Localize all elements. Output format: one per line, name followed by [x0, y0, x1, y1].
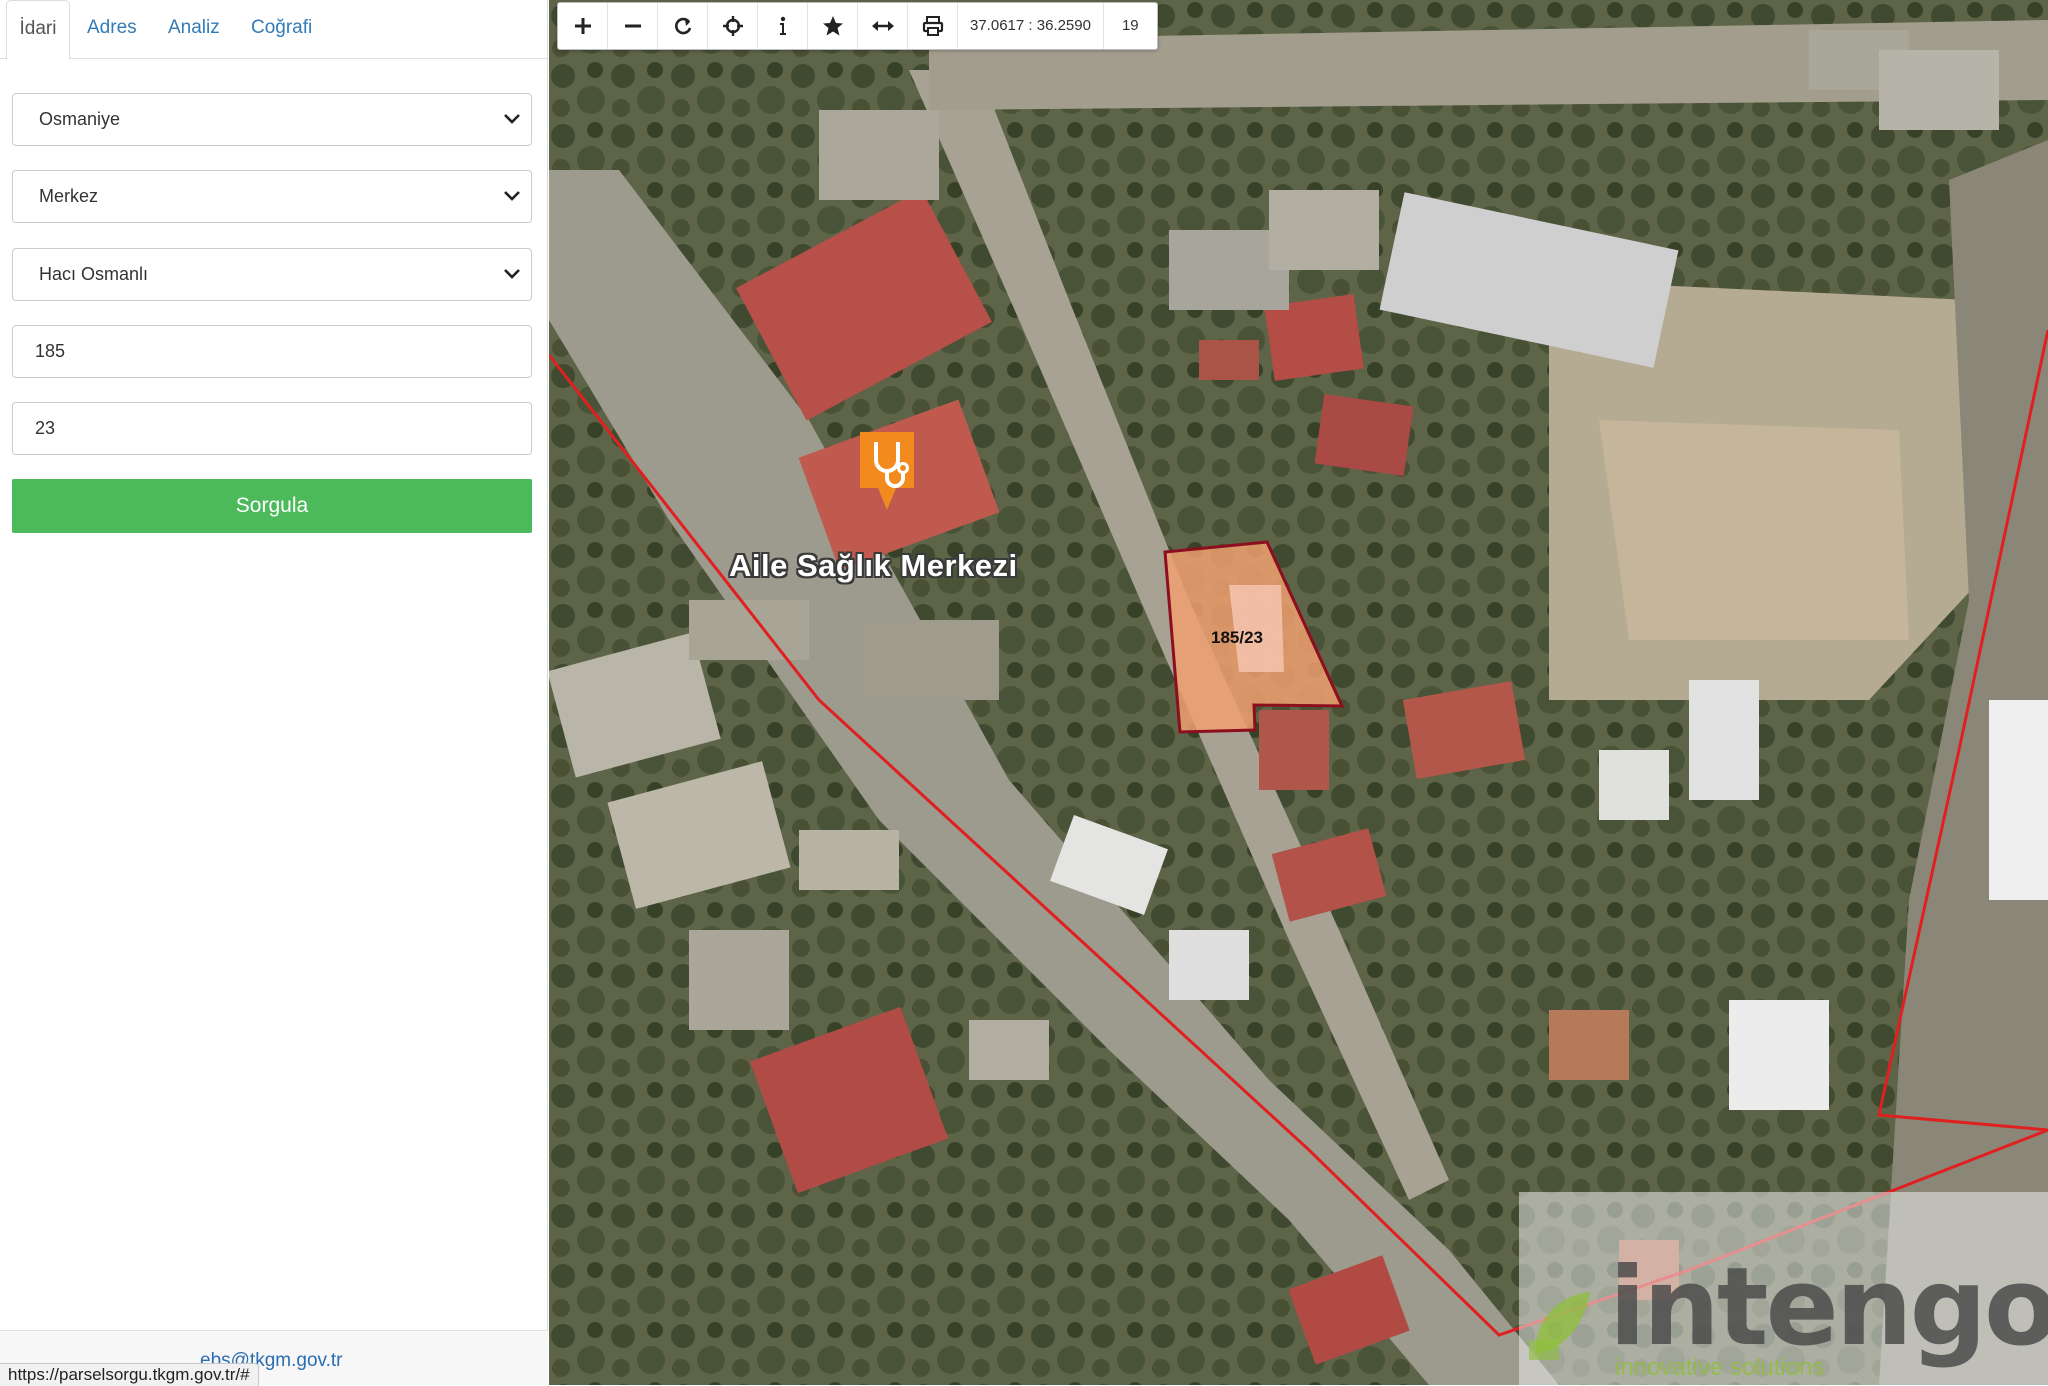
- locate-button[interactable]: [708, 3, 758, 49]
- watermark-tagline: innovative solutions: [1615, 1354, 1825, 1381]
- watermark-logo: intengo innovative solutions: [1519, 1192, 2048, 1385]
- district-value: Merkez: [39, 186, 99, 206]
- neighborhood-value: Hacı Osmanlı: [39, 264, 149, 284]
- locate-icon: [722, 16, 743, 36]
- info-button[interactable]: [758, 3, 808, 49]
- neighborhood-select[interactable]: Hacı Osmanlı: [12, 248, 532, 301]
- print-icon: [922, 16, 943, 36]
- map-toolbar: 37.0617 : 36.2590 19: [557, 2, 1158, 50]
- zoom-in-button[interactable]: [558, 3, 608, 49]
- satellite-imagery: [549, 0, 2048, 1385]
- parcel-no-value: 23: [35, 418, 56, 438]
- zoom-out-button[interactable]: [608, 3, 658, 49]
- browser-status-url: https://parselsorgu.tkgm.gov.tr/#: [0, 1363, 259, 1386]
- coordinate-readout: 37.0617 : 36.2590: [958, 3, 1104, 49]
- tab-analiz[interactable]: Analiz: [168, 0, 220, 59]
- refresh-icon: [674, 17, 691, 35]
- info-icon: [779, 16, 786, 35]
- chevron-down-icon: [504, 114, 520, 124]
- watermark-brand: intengo: [1609, 1245, 2048, 1370]
- measure-button[interactable]: [858, 3, 908, 49]
- tab-cografi[interactable]: Coğrafi: [251, 0, 312, 59]
- measure-icon: [871, 21, 894, 31]
- poi-label: Aile Sağlık Merkezi: [729, 548, 1018, 583]
- sidebar: İdari Adres Analiz Coğrafi Osmaniye Merk…: [0, 0, 548, 1386]
- stethoscope-icon[interactable]: [856, 428, 918, 514]
- zoom-out-icon: [624, 24, 641, 28]
- parcel-no-input[interactable]: 23: [12, 402, 532, 455]
- map-view[interactable]: 37.0617 : 36.2590 19 Aile Sağlık Merkezi…: [549, 0, 2048, 1385]
- star-icon: [822, 16, 843, 36]
- tab-adres[interactable]: Adres: [87, 0, 137, 59]
- zoom-in-icon: [574, 18, 591, 34]
- chevron-down-icon: [504, 191, 520, 201]
- district-select[interactable]: Merkez: [12, 170, 532, 223]
- print-button[interactable]: [908, 3, 958, 49]
- tab-idari[interactable]: İdari: [6, 0, 70, 60]
- tab-bar: İdari Adres Analiz Coğrafi: [0, 0, 548, 60]
- province-value: Osmaniye: [39, 109, 121, 129]
- query-button[interactable]: Sorgula: [12, 479, 532, 533]
- chevron-down-icon: [504, 269, 520, 279]
- leaf-logo-icon: [1529, 1292, 1590, 1360]
- province-select[interactable]: Osmaniye: [12, 93, 532, 146]
- refresh-button[interactable]: [658, 3, 708, 49]
- block-no-value: 185: [35, 341, 66, 361]
- block-no-input[interactable]: 185: [12, 325, 532, 378]
- parcel-label: 185/23: [1211, 628, 1263, 647]
- favorite-button[interactable]: [808, 3, 858, 49]
- zoom-level-readout: 19: [1121, 17, 1139, 34]
